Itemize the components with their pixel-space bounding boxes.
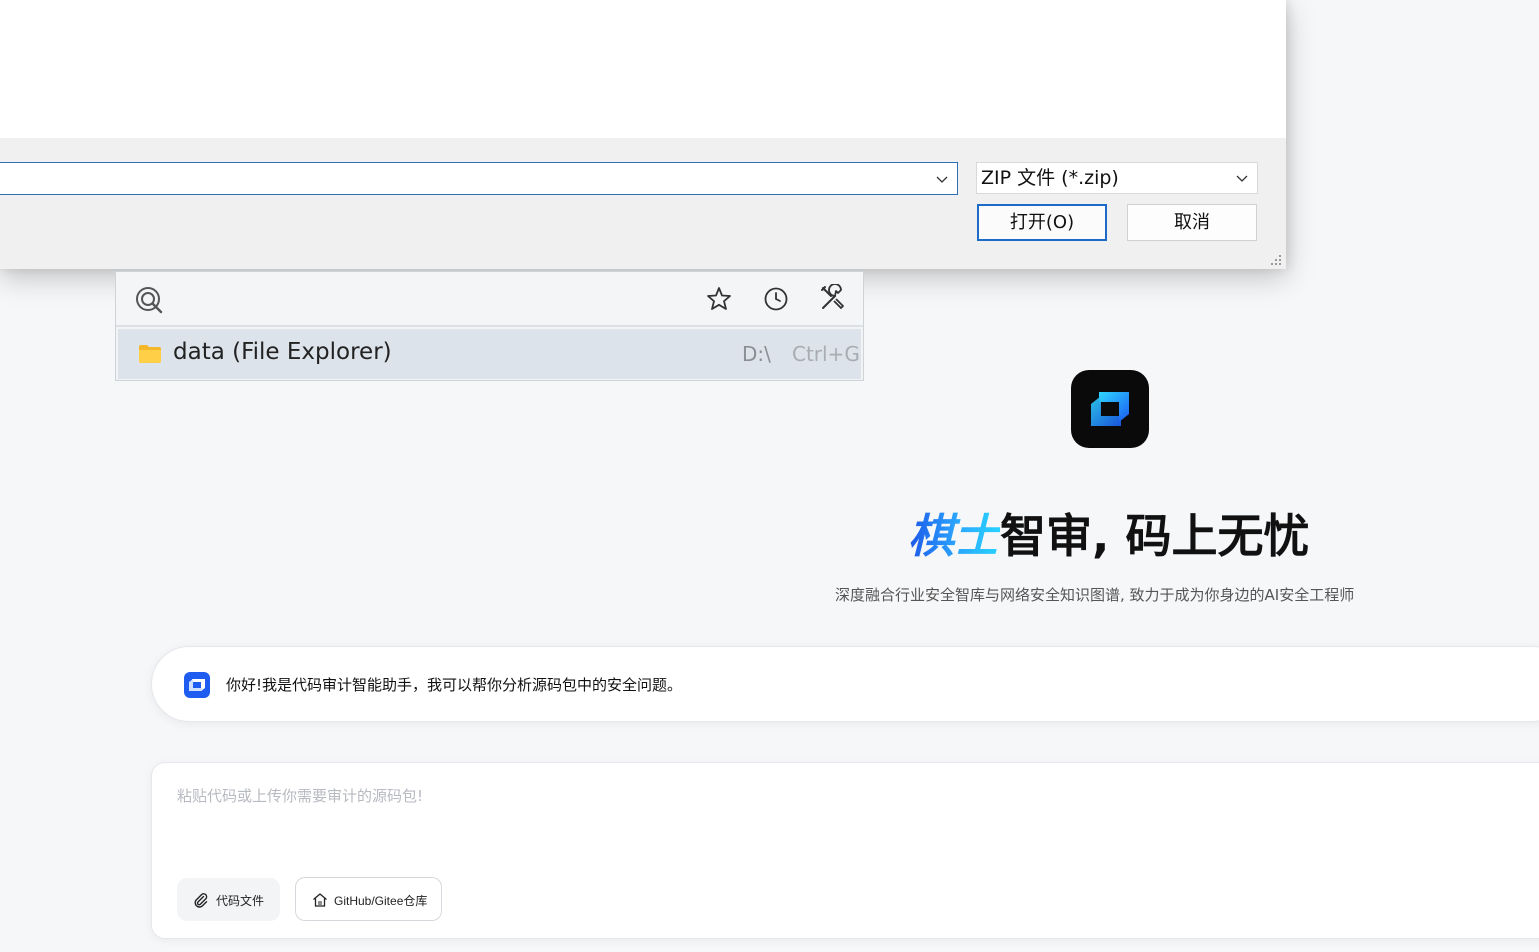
file-open-dialog: ZIP 文件 (*.zip) 打开(O) 取消 bbox=[0, 0, 1286, 269]
file-type-value: ZIP 文件 (*.zip) bbox=[981, 167, 1119, 189]
launcher-result-item[interactable]: data (File Explorer) D:\ Ctrl+G bbox=[118, 329, 861, 379]
result-name: data (File Explorer) bbox=[173, 339, 392, 365]
chevron-down-icon[interactable] bbox=[1235, 171, 1249, 185]
hero-title: 棋士智审, 码上无忧 bbox=[908, 500, 1310, 563]
open-button[interactable]: 打开(O) bbox=[977, 204, 1107, 241]
hero-brand: 棋士 bbox=[908, 500, 1000, 566]
cancel-button[interactable]: 取消 bbox=[1127, 204, 1257, 241]
launcher-search-bar[interactable] bbox=[116, 272, 863, 327]
import-repo-button[interactable]: GitHub/Gitee仓库 bbox=[295, 877, 442, 921]
tools-icon[interactable] bbox=[819, 284, 847, 312]
greeting-card: 你好!我是代码审计智能助手，我可以帮你分析源码包中的安全问题。 bbox=[151, 646, 1539, 722]
result-path: D:\ bbox=[742, 342, 771, 366]
paperclip-icon bbox=[194, 893, 208, 908]
file-list-view[interactable] bbox=[0, 0, 1286, 138]
file-type-select[interactable]: ZIP 文件 (*.zip) bbox=[976, 162, 1258, 194]
greeting-text: 你好!我是代码审计智能助手，我可以帮你分析源码包中的安全问题。 bbox=[226, 676, 683, 694]
launcher-popup: data (File Explorer) D:\ Ctrl+G bbox=[115, 271, 864, 381]
code-input[interactable] bbox=[177, 785, 1517, 865]
resize-grip-icon[interactable] bbox=[1268, 252, 1282, 266]
input-card: 代码文件 GitHub/Gitee仓库 bbox=[151, 762, 1539, 939]
result-shortcut: Ctrl+G bbox=[792, 342, 860, 366]
folder-icon bbox=[139, 345, 161, 363]
filename-combobox[interactable] bbox=[0, 162, 958, 195]
upload-code-file-button[interactable]: 代码文件 bbox=[177, 878, 280, 921]
hero-title-rest: 智审, 码上无忧 bbox=[1000, 509, 1310, 563]
upload-code-file-label: 代码文件 bbox=[216, 894, 265, 908]
chevron-down-icon[interactable] bbox=[935, 172, 949, 186]
clock-icon[interactable] bbox=[763, 286, 789, 312]
assistant-avatar-icon bbox=[184, 672, 210, 698]
app-logo bbox=[1071, 370, 1149, 448]
import-repo-label: GitHub/Gitee仓库 bbox=[334, 894, 428, 908]
star-icon[interactable] bbox=[706, 286, 732, 312]
hero-subtitle: 深度融合行业安全智库与网络安全知识图谱, 致力于成为你身边的AI安全工程师 bbox=[835, 586, 1355, 604]
search-icon bbox=[136, 287, 163, 314]
repo-house-icon bbox=[313, 893, 327, 907]
logo-mark-icon bbox=[1091, 392, 1129, 426]
